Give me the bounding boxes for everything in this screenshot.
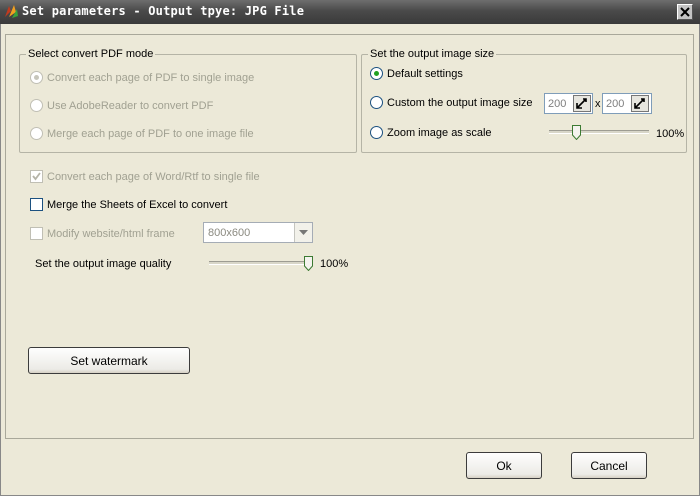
pdf-mode-legend: Select convert PDF mode: [26, 47, 156, 61]
width-spinner[interactable]: 200: [544, 93, 593, 114]
image-size-group: Set the output image size Default settin…: [361, 47, 687, 153]
quality-slider-thumb[interactable]: [304, 256, 313, 271]
size-option-default[interactable]: Default settings: [370, 67, 463, 80]
excel-label: Merge the Sheets of Excel to convert: [47, 198, 228, 211]
title-bar: Set parameters - Output tpye: JPG File: [0, 0, 700, 24]
radio-button[interactable]: [370, 96, 383, 109]
quality-label: Set the output image quality: [35, 258, 172, 270]
app-icon: [5, 5, 18, 18]
frame-size-value: 800x600: [208, 226, 251, 239]
close-icon: [680, 7, 690, 17]
pdf-mode-group: Select convert PDF mode Convert each pag…: [19, 47, 357, 153]
checkbox[interactable]: [30, 198, 43, 211]
website-frame-option[interactable]: Modify website/html frame: [30, 227, 175, 240]
pdf-mode-option-single[interactable]: Convert each page of PDF to single image: [30, 71, 254, 84]
zoom-slider-track[interactable]: [549, 130, 649, 134]
height-spinner[interactable]: 200: [602, 93, 652, 114]
height-value[interactable]: 200: [603, 98, 631, 110]
radio-button[interactable]: [30, 71, 43, 84]
radio-button[interactable]: [370, 67, 383, 80]
pdf-mode-option-merge[interactable]: Merge each page of PDF to one image file: [30, 127, 254, 140]
pdf-mode-option-label: Use AdobeReader to convert PDF: [47, 99, 214, 112]
checkmark-icon: [32, 172, 41, 181]
size-separator: x: [595, 98, 601, 110]
size-option-label: Custom the output image size: [387, 96, 533, 109]
close-button[interactable]: [677, 4, 693, 20]
radio-button[interactable]: [30, 99, 43, 112]
chevron-down-icon[interactable]: [294, 223, 312, 242]
checkbox[interactable]: [30, 227, 43, 240]
word-rtf-label: Convert each page of Word/Rtf to single …: [47, 170, 260, 183]
checkbox[interactable]: [30, 170, 43, 183]
set-watermark-button[interactable]: Set watermark: [28, 347, 190, 374]
size-option-label: Zoom image as scale: [387, 126, 492, 139]
zoom-percent: 100%: [656, 128, 685, 140]
quality-percent: 100%: [320, 258, 349, 270]
pdf-mode-option-adobe[interactable]: Use AdobeReader to convert PDF: [30, 99, 213, 112]
quality-slider-track[interactable]: [209, 261, 313, 265]
radio-button[interactable]: [370, 126, 383, 139]
ok-button[interactable]: Ok: [466, 452, 542, 479]
frame-size-dropdown[interactable]: 800x600: [203, 222, 313, 243]
word-rtf-option[interactable]: Convert each page of Word/Rtf to single …: [30, 170, 260, 183]
settings-panel: Select convert PDF mode Convert each pag…: [5, 34, 694, 439]
width-value[interactable]: 200: [545, 98, 573, 110]
pdf-mode-option-label: Convert each page of PDF to single image: [47, 71, 255, 84]
pdf-mode-option-label: Merge each page of PDF to one image file: [47, 127, 254, 140]
radio-button[interactable]: [30, 127, 43, 140]
excel-option[interactable]: Merge the Sheets of Excel to convert: [30, 198, 227, 211]
size-option-custom[interactable]: Custom the output image size: [370, 96, 533, 109]
cancel-button[interactable]: Cancel: [571, 452, 647, 479]
website-frame-label: Modify website/html frame: [47, 227, 175, 240]
size-option-label: Default settings: [387, 67, 463, 80]
spin-arrows-icon[interactable]: [631, 95, 649, 112]
size-option-zoom[interactable]: Zoom image as scale: [370, 126, 492, 139]
image-size-legend: Set the output image size: [368, 47, 497, 61]
zoom-slider-thumb[interactable]: [571, 125, 581, 140]
spin-arrows-icon[interactable]: [573, 95, 591, 112]
window-title: Set parameters - Output tpye: JPG File: [22, 4, 305, 18]
